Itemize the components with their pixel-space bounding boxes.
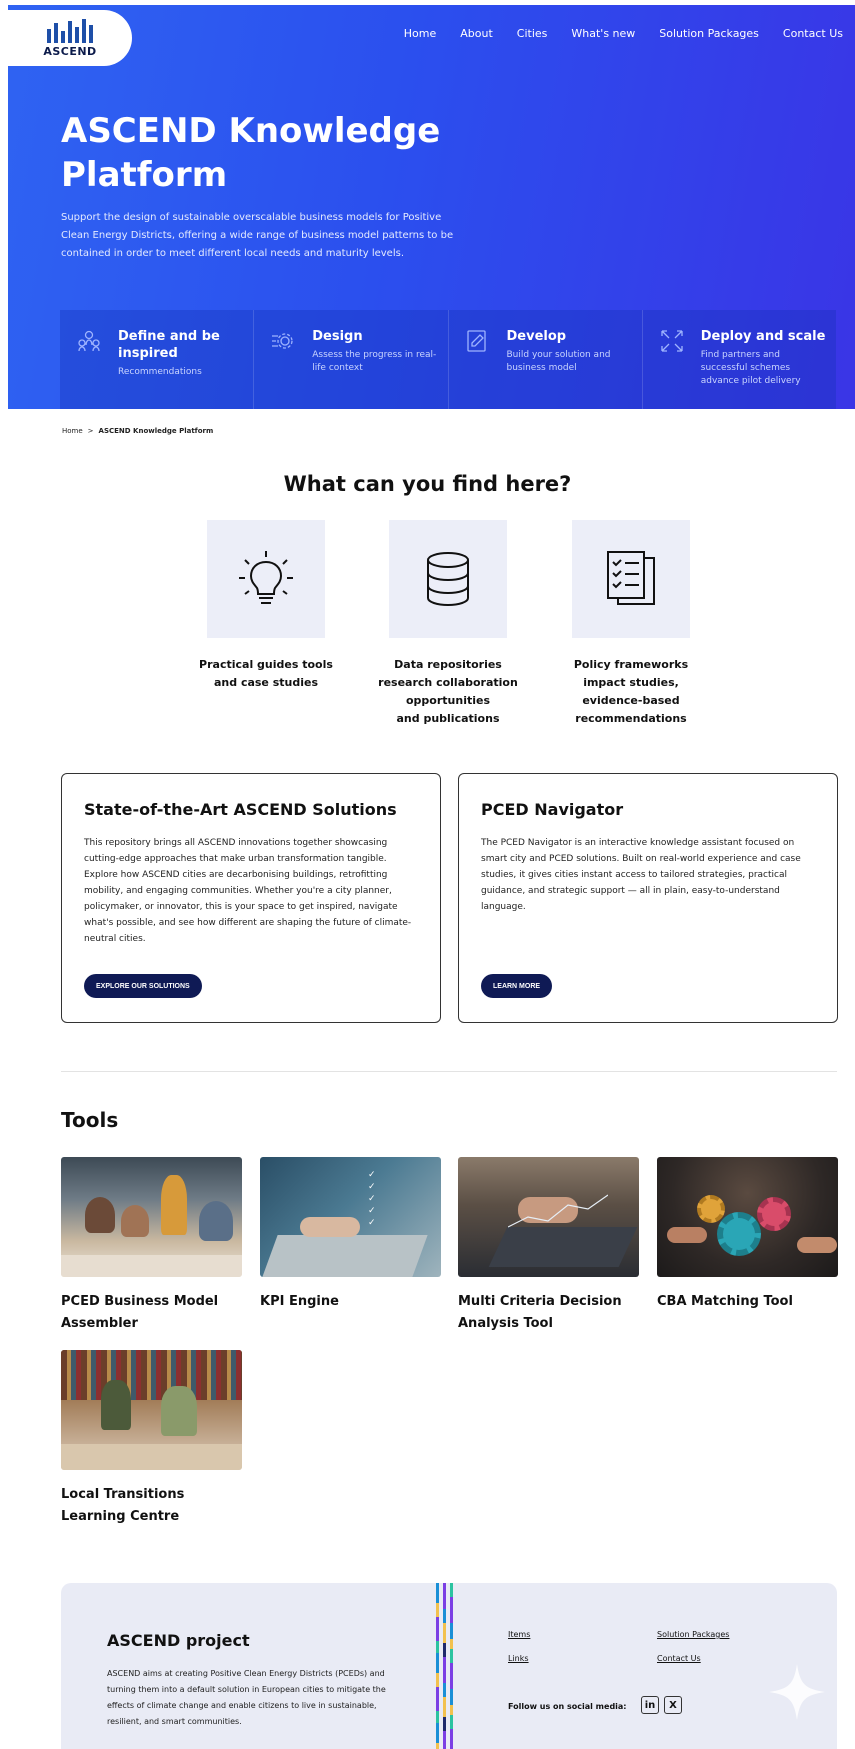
gears-teamwork-photo — [657, 1157, 838, 1277]
gear-icon — [272, 333, 293, 349]
tool-card-business-model[interactable]: PCED Business Model Assembler — [61, 1157, 242, 1335]
footer-title: ASCEND project — [107, 1631, 250, 1650]
footer: ASCEND project ASCEND aims at creating P… — [61, 1583, 837, 1749]
nav-cities[interactable]: Cities — [517, 27, 548, 40]
laptop-checklist-photo: ✓ ✓ ✓ ✓ ✓ — [260, 1157, 441, 1277]
main-nav: Home About Cities What's new Solution Pa… — [404, 27, 843, 40]
breadcrumb-separator: > — [87, 427, 94, 435]
linkedin-icon[interactable]: in — [641, 1696, 659, 1714]
breadcrumb-current: ASCEND Knowledge Platform — [98, 427, 214, 435]
step-develop[interactable]: Develop Build your solution and business… — [448, 310, 643, 409]
step-desc: Assess the progress in real-life context — [312, 350, 437, 373]
tool-name: CBA Matching Tool — [657, 1294, 793, 1309]
navigator-card: PCED Navigator The PCED Navigator is an … — [458, 773, 838, 1023]
ascend-logo[interactable]: ASCEND — [8, 10, 132, 66]
nav-whats-new[interactable]: What's new — [571, 27, 635, 40]
find-box — [389, 520, 507, 638]
find-box — [572, 520, 690, 638]
tool-name: Local Transitions Learning Centre — [61, 1487, 185, 1524]
card-title: State-of-the-Art ASCEND Solutions — [84, 800, 397, 819]
card-text: This repository brings all ASCEND innova… — [84, 838, 412, 944]
breadcrumb-home[interactable]: Home — [62, 427, 83, 435]
step-desc: Find partners and successful schemes adv… — [700, 350, 801, 386]
find-label: Data repositories research collaboration… — [378, 658, 518, 725]
footer-link-solution-packages[interactable]: Solution Packages — [657, 1630, 729, 1639]
tool-card-kpi-engine[interactable]: ✓ ✓ ✓ ✓ ✓ KPI Engine — [260, 1157, 441, 1313]
tool-card-cba[interactable]: CBA Matching Tool — [657, 1157, 838, 1313]
footer-description: ASCEND aims at creating Positive Clean E… — [107, 1669, 386, 1726]
database-icon — [427, 552, 469, 607]
learn-more-button[interactable]: LEARN MORE — [481, 974, 553, 998]
step-desc: Build your solution and business model — [506, 350, 611, 373]
step-desc: Recommendations — [118, 367, 202, 377]
tools-section-title: Tools — [61, 1108, 119, 1132]
hero-description: Support the design of sustainable oversc… — [61, 212, 454, 259]
step-design[interactable]: Design Assess the progress in real-life … — [254, 310, 449, 409]
people-icon — [78, 330, 100, 352]
find-label: Practical guides tools and case studies — [199, 658, 333, 689]
breadcrumb: Home > ASCEND Knowledge Platform — [62, 427, 213, 435]
nav-contact-us[interactable]: Contact Us — [783, 27, 843, 40]
step-title: Design — [312, 329, 363, 344]
find-item-data: Data repositories research collaboration… — [368, 520, 528, 728]
card-title: PCED Navigator — [481, 800, 624, 819]
chart-analysis-photo — [458, 1157, 639, 1277]
step-define[interactable]: Define and be inspired Recommendations — [60, 310, 255, 409]
section-divider — [61, 1071, 837, 1072]
decorative-stripes — [436, 1583, 453, 1749]
tool-name: PCED Business Model Assembler — [61, 1294, 219, 1331]
nav-about[interactable]: About — [460, 27, 493, 40]
step-deploy[interactable]: Deploy and scale Find partners and succe… — [642, 310, 836, 409]
logo-bars-icon — [47, 18, 93, 43]
solutions-card: State-of-the-Art ASCEND Solutions This r… — [61, 773, 441, 1023]
team-meeting-photo — [61, 1157, 242, 1277]
hero-banner: ASCEND Home About Cities What's new Solu… — [8, 5, 855, 409]
sparkle-icon — [769, 1664, 825, 1720]
nav-solution-packages[interactable]: Solution Packages — [659, 27, 759, 40]
nav-home[interactable]: Home — [404, 27, 436, 40]
step-title: Define and be inspired — [118, 329, 220, 361]
tool-card-learning-centre[interactable]: Local Transitions Learning Centre — [61, 1350, 242, 1528]
page-title: ASCEND Knowledge Platform — [61, 111, 441, 195]
process-steps: Define and be inspired Recommendations D… — [60, 310, 836, 409]
library-study-photo — [61, 1350, 242, 1470]
tool-name: KPI Engine — [260, 1294, 339, 1309]
logo-text: ASCEND — [43, 44, 97, 58]
lightbulb-icon — [239, 551, 293, 604]
step-title: Deploy and scale — [700, 329, 826, 344]
find-item-guides: Practical guides tools and case studies — [186, 520, 346, 692]
step-title: Develop — [506, 329, 567, 344]
find-item-policy: Policy frameworks impact studies, eviden… — [551, 520, 711, 728]
checklist-icon — [607, 551, 655, 605]
tool-name: Multi Criteria Decision Analysis Tool — [458, 1294, 622, 1331]
tablet-edit-icon — [466, 330, 486, 352]
explore-solutions-button[interactable]: EXPLORE OUR SOLUTIONS — [84, 974, 202, 998]
footer-link-items[interactable]: Items — [508, 1630, 530, 1639]
footer-link-links[interactable]: Links — [508, 1654, 529, 1663]
card-text: The PCED Navigator is an interactive kno… — [481, 838, 801, 912]
tool-card-mcda[interactable]: Multi Criteria Decision Analysis Tool — [458, 1157, 639, 1335]
find-label: Policy frameworks impact studies, eviden… — [573, 658, 689, 725]
x-twitter-icon[interactable]: X — [664, 1696, 682, 1714]
expand-icon — [661, 330, 683, 352]
social-label: Follow us on social media: — [508, 1702, 627, 1711]
find-box — [207, 520, 325, 638]
footer-link-contact-us[interactable]: Contact Us — [657, 1654, 701, 1663]
find-section-title: What can you find here? — [283, 472, 572, 496]
